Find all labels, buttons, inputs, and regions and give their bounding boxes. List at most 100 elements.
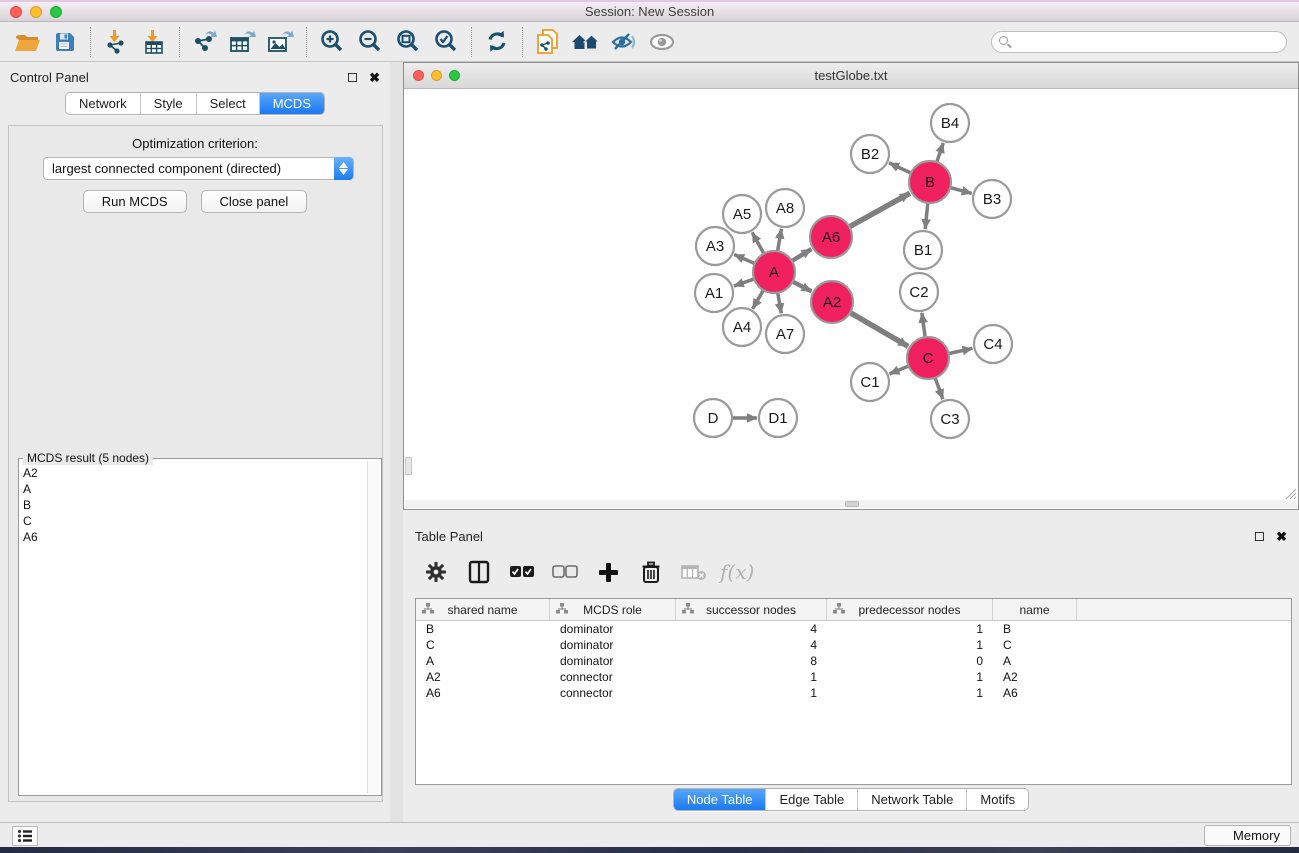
mcds-result-list[interactable]: A2ABCA6 [21,461,367,793]
table-row[interactable]: A6connector11A6 [416,685,1291,701]
float-table-panel-icon[interactable] [1255,532,1264,541]
table-cell[interactable]: A [993,653,1077,669]
table-settings-button[interactable] [419,556,453,588]
tab-style[interactable]: Style [140,93,196,114]
resize-grip-icon[interactable] [1283,486,1297,500]
float-panel-icon[interactable] [348,73,357,82]
delete-column-button[interactable] [634,556,668,588]
deselect-all-rows-button[interactable] [548,556,582,588]
table-cell[interactable]: A [416,653,550,669]
table-cell[interactable]: dominator [550,637,676,653]
export-image-button[interactable] [262,26,300,58]
mcds-result-item[interactable]: A6 [23,529,365,545]
zoom-network-icon[interactable] [449,70,460,81]
table-cell[interactable]: 1 [827,669,993,685]
table-cell[interactable]: C [993,637,1077,653]
mcds-result-item[interactable]: B [23,497,365,513]
mcds-result-item[interactable]: C [23,513,365,529]
tab-node-table[interactable]: Node Table [674,789,766,810]
panel-splitter[interactable] [390,62,403,822]
table-cell[interactable]: connector [550,669,676,685]
search-input[interactable] [991,31,1287,53]
import-network-button[interactable] [97,26,135,58]
close-panel-icon[interactable]: ✖ [369,71,380,84]
save-session-button[interactable] [46,26,84,58]
mcds-result-item[interactable]: A [23,481,365,497]
table-cell[interactable]: B [416,621,550,637]
memory-button[interactable]: Memory [1204,825,1291,846]
select-all-rows-button[interactable] [505,556,539,588]
table-cell[interactable]: C [416,637,550,653]
column-header-MCDS-role[interactable]: MCDS role [550,599,676,620]
home-view-button[interactable] [567,26,605,58]
zoom-selected-button[interactable] [427,26,465,58]
close-network-icon[interactable] [413,70,424,81]
tab-mcds[interactable]: MCDS [259,93,324,114]
window-controls[interactable] [0,2,62,21]
horizontal-scrollbar-thumb[interactable] [845,501,859,507]
vertical-scrollbar-thumb[interactable] [405,457,412,475]
table-cell[interactable]: 1 [676,685,827,701]
network-graph[interactable]: B4B2BB3A5A8A6A3B1AA1C2A2A4A7CC4C1C3DD1 [405,89,1297,500]
zoom-out-button[interactable] [351,26,389,58]
export-network-button[interactable] [186,26,224,58]
zoom-window-icon[interactable] [50,6,62,18]
table-cell[interactable]: 4 [676,621,827,637]
table-cell[interactable]: 4 [676,637,827,653]
import-table-button[interactable] [135,26,173,58]
create-column-button[interactable] [591,556,625,588]
table-cell[interactable]: dominator [550,653,676,669]
tab-edge-table[interactable]: Edge Table [765,789,857,810]
table-cell[interactable]: 0 [827,653,993,669]
minimize-network-icon[interactable] [431,70,442,81]
table-cell[interactable]: 1 [827,685,993,701]
table-cell[interactable]: 1 [827,621,993,637]
table-cell[interactable]: dominator [550,621,676,637]
horizontal-scrollbar[interactable] [405,500,1297,508]
zoom-fit-button[interactable] [389,26,427,58]
column-header-shared-name[interactable]: shared name [416,599,550,620]
task-history-button[interactable] [12,826,38,846]
tab-network[interactable]: Network [66,93,140,114]
table-cell[interactable]: A2 [416,669,550,685]
table-row[interactable]: Bdominator41B [416,621,1291,637]
table-cell[interactable]: A6 [416,685,550,701]
zoom-in-button[interactable] [313,26,351,58]
close-panel-button[interactable]: Close panel [201,190,308,213]
node-table[interactable]: shared nameMCDS rolesuccessor nodesprede… [415,598,1292,785]
table-cell[interactable]: A2 [993,669,1077,685]
minimize-window-icon[interactable] [30,6,42,18]
refresh-view-button[interactable] [478,26,516,58]
table-row[interactable]: Cdominator41C [416,637,1291,653]
network-canvas[interactable]: B4B2BB3A5A8A6A3B1AA1C2A2A4A7CC4C1C3DD1 [405,89,1297,500]
open-session-button[interactable] [8,26,46,58]
export-table-button[interactable] [224,26,262,58]
run-mcds-button[interactable]: Run MCDS [83,190,187,213]
tab-network-table[interactable]: Network Table [857,789,966,810]
tab-motifs[interactable]: Motifs [966,789,1028,810]
duplicate-network-button[interactable] [529,26,567,58]
delete-table-button[interactable] [677,556,711,588]
close-table-panel-icon[interactable]: ✖ [1276,530,1287,543]
tab-select[interactable]: Select [196,93,259,114]
table-cell[interactable]: A6 [993,685,1077,701]
show-column-panel-button[interactable] [462,556,496,588]
criterion-select[interactable]: largest connected component (directed) [43,157,354,180]
mcds-result-item[interactable]: A2 [23,465,365,481]
table-cell[interactable]: 1 [827,637,993,653]
table-cell[interactable]: connector [550,685,676,701]
column-header-predecessor-nodes[interactable]: predecessor nodes [827,599,993,620]
result-scrollbar[interactable] [367,461,379,793]
table-cell[interactable]: 8 [676,653,827,669]
table-row[interactable]: Adominator80A [416,653,1291,669]
show-graphics-button[interactable] [643,26,681,58]
table-cell[interactable]: B [993,621,1077,637]
column-header-name[interactable]: name [993,599,1077,620]
column-header-successor-nodes[interactable]: successor nodes [676,599,827,620]
close-window-icon[interactable] [10,6,22,18]
function-builder-button[interactable]: f(x) [720,556,754,588]
hide-graphics-button[interactable] [605,26,643,58]
table-cell[interactable]: 1 [676,669,827,685]
table-row[interactable]: A2connector11A2 [416,669,1291,685]
network-window-controls[interactable] [404,63,460,88]
